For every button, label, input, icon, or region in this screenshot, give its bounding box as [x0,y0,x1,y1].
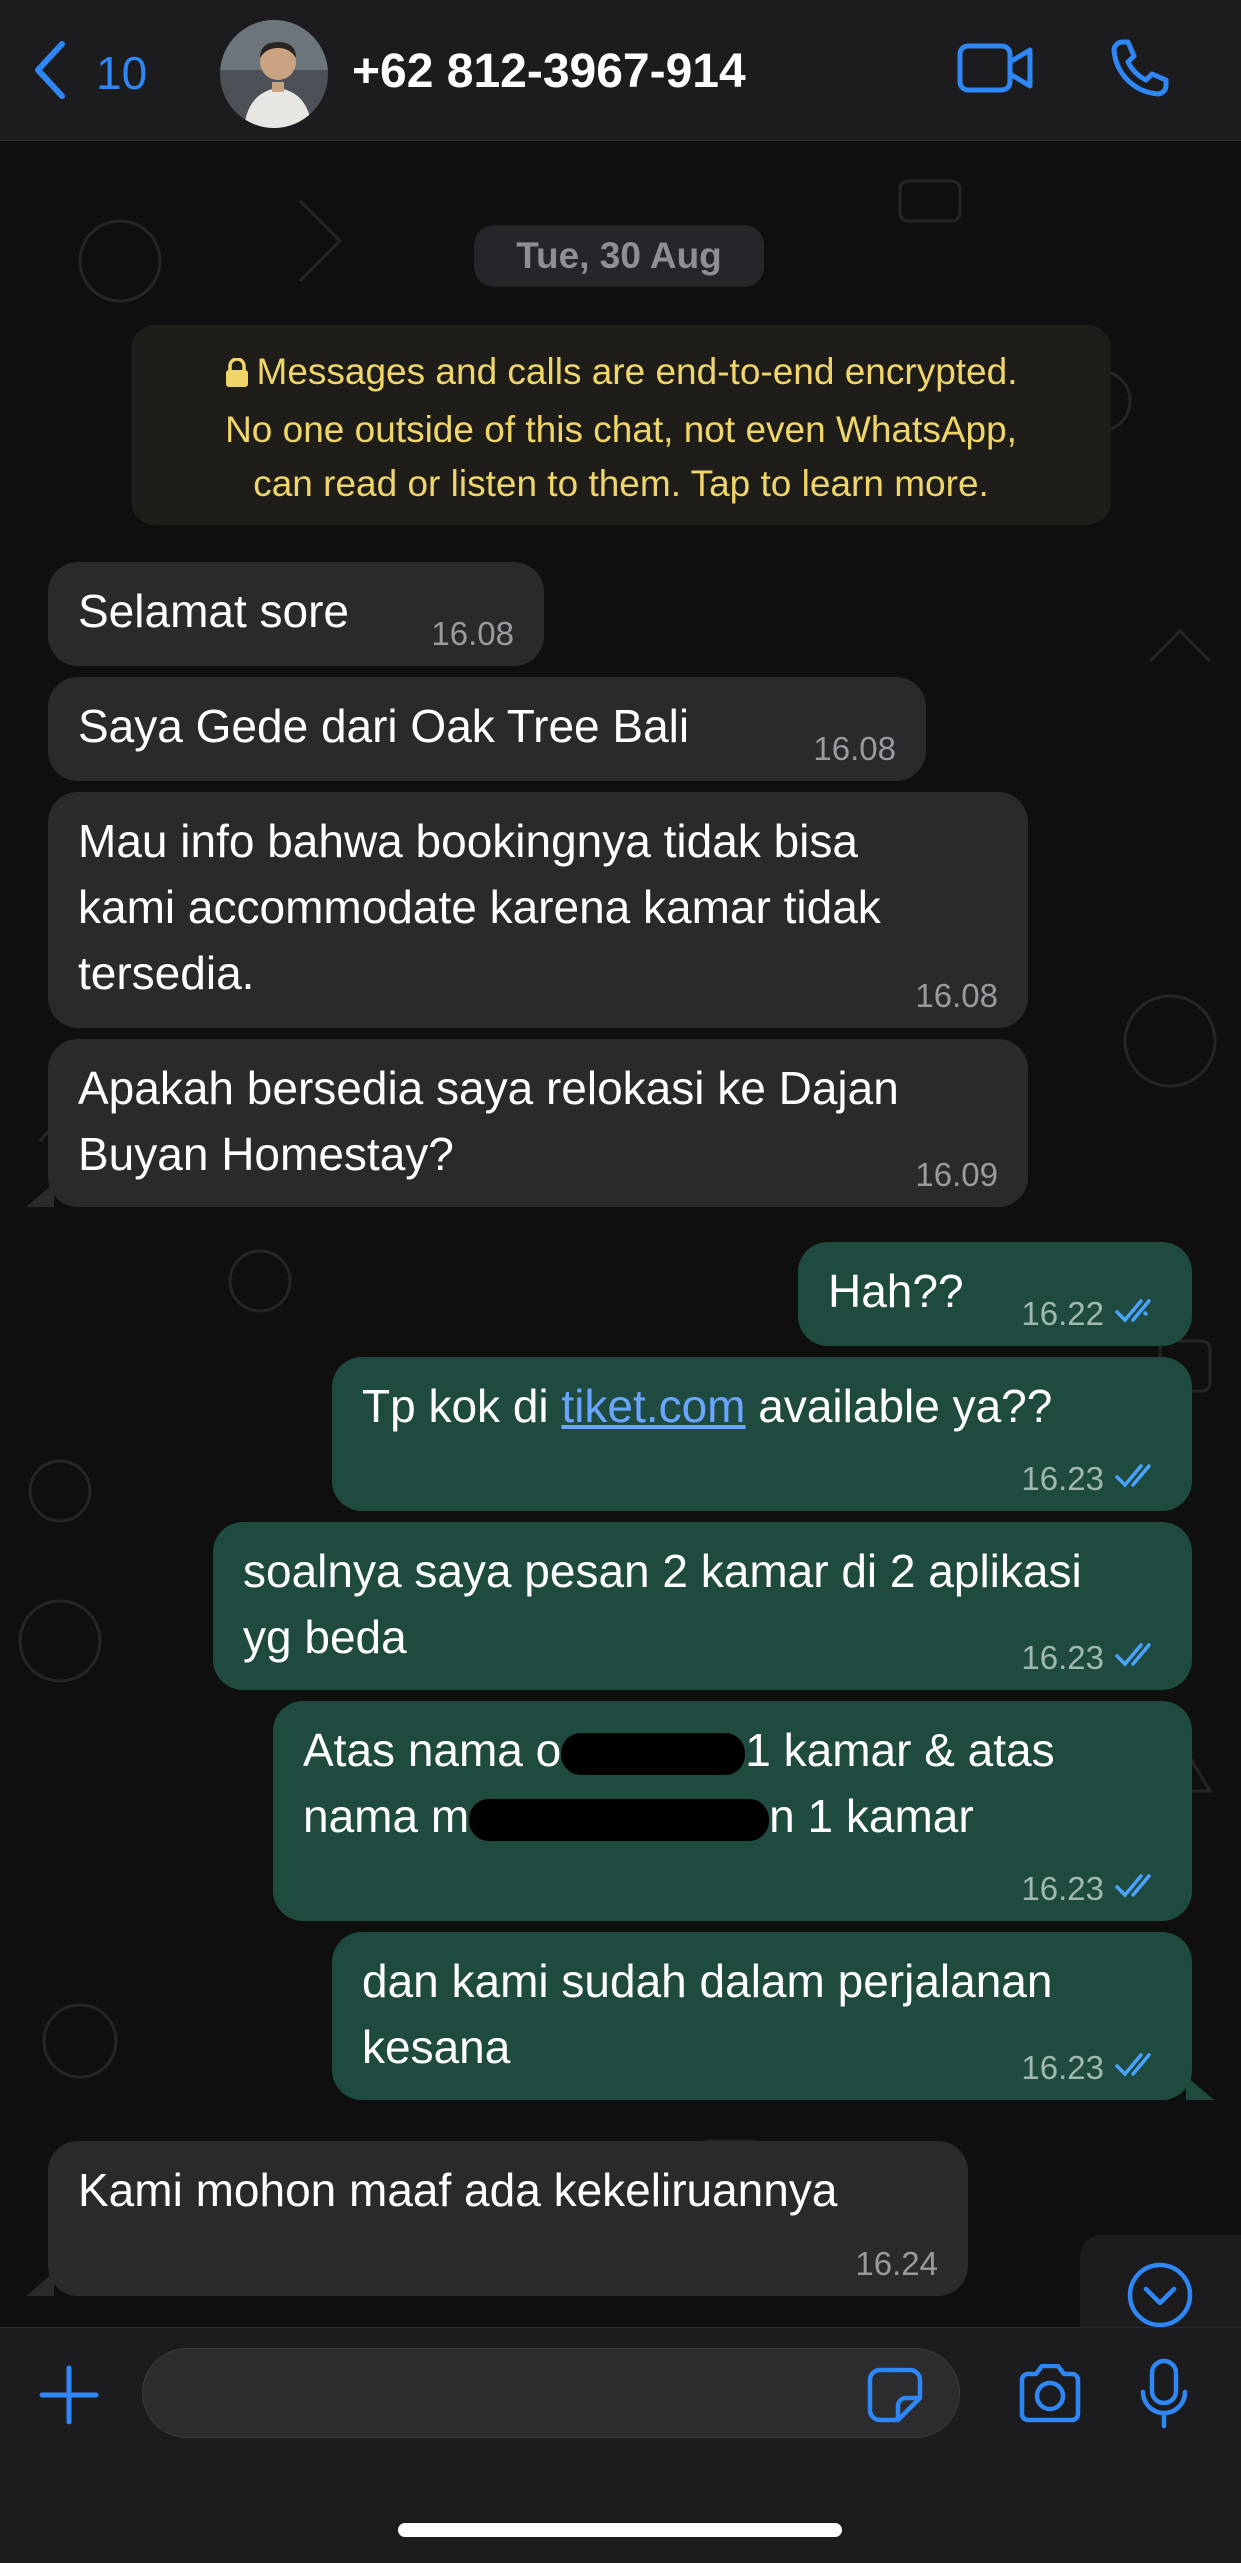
redaction-mark [469,1798,770,1841]
message-bubble-incoming[interactable]: Saya Gede dari Oak Tree Bali 16.08 [48,677,926,781]
attach-button[interactable] [38,2364,100,2431]
message-bubble-incoming[interactable]: Selamat sore 16.08 [48,562,544,666]
scroll-to-bottom-button[interactable] [1080,2235,1241,2327]
read-receipt-icon [1114,1294,1164,1334]
microphone-icon [1138,2358,1190,2434]
message-time: 16.23 [1021,1639,1104,1676]
redaction-mark [561,1732,746,1775]
encryption-notice-line-1: Messages and calls are end-to-end encryp… [131,345,1111,403]
message-bubble-outgoing[interactable]: Hah?? 16.22 [798,1242,1192,1346]
encryption-notice[interactable]: Messages and calls are end-to-end encryp… [131,325,1111,525]
voice-message-button[interactable] [1138,2358,1190,2435]
message-bubble-incoming[interactable]: Mau info bahwa bookingnya tidak bisa kam… [48,792,1028,1028]
chat-area[interactable]: Tue, 30 Aug Messages and calls are end-t… [0,141,1241,2327]
video-call-icon [956,36,1034,100]
message-text: Apakah bersedia saya relokasi ke Dajan B… [78,1062,899,1180]
chat-header: 10 +62 812-3967-914 [0,0,1241,141]
message-text: Mau info bahwa bookingnya tidak bisa kam… [78,815,881,999]
message-link[interactable]: tiket.com [561,1380,745,1432]
read-receipt-icon [1114,1869,1164,1909]
message-status: 16.23 [1021,1869,1164,1909]
message-time: 16.23 [1021,2049,1104,2086]
message-time: 16.22 [1021,1295,1104,1332]
video-call-button[interactable] [956,36,1034,100]
message-time: 16.08 [813,730,896,767]
message-status: 16.22 [1021,1294,1164,1334]
message-status: 16.23 [1021,1638,1164,1678]
message-bubble-outgoing[interactable]: Atas nama o1 kamar & atas nama mn 1 kama… [273,1701,1192,1921]
encryption-notice-line-3: can read or listen to them. Tap to learn… [253,463,989,504]
message-input[interactable] [142,2348,960,2438]
message-time: 16.08 [431,615,514,652]
message-time: 16.08 [915,977,998,1014]
message-text: Tp kok di tiket.com available ya?? [362,1380,1053,1432]
message-text: Kami mohon maaf ada kekeliruannya [78,2164,838,2216]
message-time: 16.23 [1021,1870,1104,1907]
phone-call-icon [1108,36,1172,100]
avatar[interactable] [220,20,328,128]
message-bubble-outgoing[interactable]: Tp kok di tiket.com available ya?? 16.23 [332,1357,1192,1511]
message-bubble-incoming[interactable]: Kami mohon maaf ada kekeliruannya 16.24 [48,2141,968,2296]
message-bubble-outgoing[interactable]: soalnya saya pesan 2 kamar di 2 aplikasi… [213,1522,1192,1690]
message-text: Saya Gede dari Oak Tree Bali [78,700,690,752]
read-receipt-icon [1114,1638,1164,1678]
read-receipt-icon [1114,1459,1164,1499]
message-bubble-incoming[interactable]: Apakah bersedia saya relokasi ke Dajan B… [48,1039,1028,1207]
message-time: 16.24 [855,2245,938,2282]
message-time: 16.23 [1021,1460,1104,1497]
plus-icon [38,2365,100,2430]
sticker-icon [866,2367,924,2428]
read-receipt-icon [1114,2048,1164,2088]
encryption-notice-line-2: No one outside of this chat, not even Wh… [225,409,1017,450]
chevron-left-icon [30,38,70,107]
unread-count: 10 [96,46,148,99]
home-indicator [398,2523,842,2537]
message-status: 16.23 [1021,1459,1164,1499]
camera-button[interactable] [1016,2363,1084,2429]
message-text: Atas nama o1 kamar & atas nama mn 1 kama… [303,1724,1055,1842]
lock-icon [225,349,249,403]
message-status: 16.23 [1021,2048,1164,2088]
camera-icon [1016,2363,1084,2428]
message-bubble-outgoing[interactable]: dan kami sudah dalam perjalanan kesana 1… [332,1932,1192,2100]
date-separator: Tue, 30 Aug [474,225,764,287]
phone-call-button[interactable] [1108,36,1172,100]
message-time: 16.09 [915,1156,998,1193]
sticker-button[interactable] [866,2366,924,2429]
contact-name[interactable]: +62 812-3967-914 [352,44,746,99]
back-button[interactable]: 10 [30,38,147,107]
